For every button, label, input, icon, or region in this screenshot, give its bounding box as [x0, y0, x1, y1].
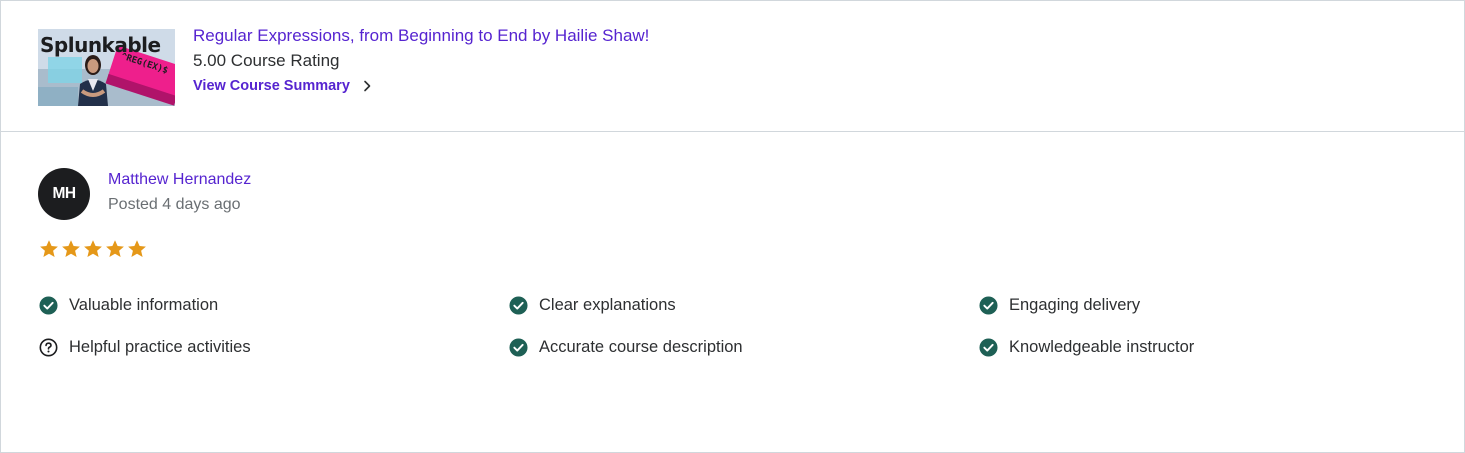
star-icon: [62, 240, 80, 257]
check-circle-icon: [509, 338, 528, 357]
feedback-item: Clear explanations: [509, 296, 676, 315]
course-thumbnail[interactable]: Splunkable ^REG(EX)$: [38, 29, 175, 106]
star-icon: [84, 240, 102, 257]
posted-date: Posted 4 days ago: [108, 196, 241, 213]
check-circle-icon: [509, 296, 528, 315]
feedback-label: Engaging delivery: [1009, 296, 1141, 314]
course-title-link[interactable]: Regular Expressions, from Beginning to E…: [193, 26, 649, 46]
star-icon: [40, 240, 58, 257]
check-circle-icon: [979, 338, 998, 357]
feedback-item: Accurate course description: [509, 338, 743, 357]
feedback-label: Accurate course description: [539, 338, 743, 356]
reviewer-name-link[interactable]: Matthew Hernandez: [108, 171, 251, 189]
view-course-summary-label: View Course Summary: [193, 78, 350, 94]
check-circle-icon: [979, 296, 998, 315]
feedback-label: Knowledgeable instructor: [1009, 338, 1195, 356]
thumbnail-title: Splunkable: [40, 33, 161, 57]
question-circle-icon: [39, 338, 58, 357]
check-circle-icon: [39, 296, 58, 315]
star-icon: [106, 240, 124, 257]
feedback-item: Helpful practice activities: [39, 338, 251, 357]
star-icon: [128, 240, 146, 257]
feedback-label: Clear explanations: [539, 296, 676, 314]
feedback-label: Valuable information: [69, 296, 219, 314]
feedback-item: Engaging delivery: [979, 296, 1140, 315]
star-rating: [39, 239, 147, 259]
review-card: Splunkable ^REG(EX)$ Regular Expressions…: [0, 0, 1465, 453]
chevron-right-icon: [364, 80, 371, 92]
feedback-item: Valuable information: [39, 296, 218, 315]
feedback-item: Knowledgeable instructor: [979, 338, 1194, 357]
avatar: MH: [38, 168, 90, 220]
course-header: Splunkable ^REG(EX)$ Regular Expressions…: [1, 1, 1464, 132]
course-rating: 5.00 Course Rating: [193, 51, 340, 70]
view-course-summary-link[interactable]: View Course Summary: [193, 78, 372, 94]
feedback-label: Helpful practice activities: [69, 338, 251, 356]
